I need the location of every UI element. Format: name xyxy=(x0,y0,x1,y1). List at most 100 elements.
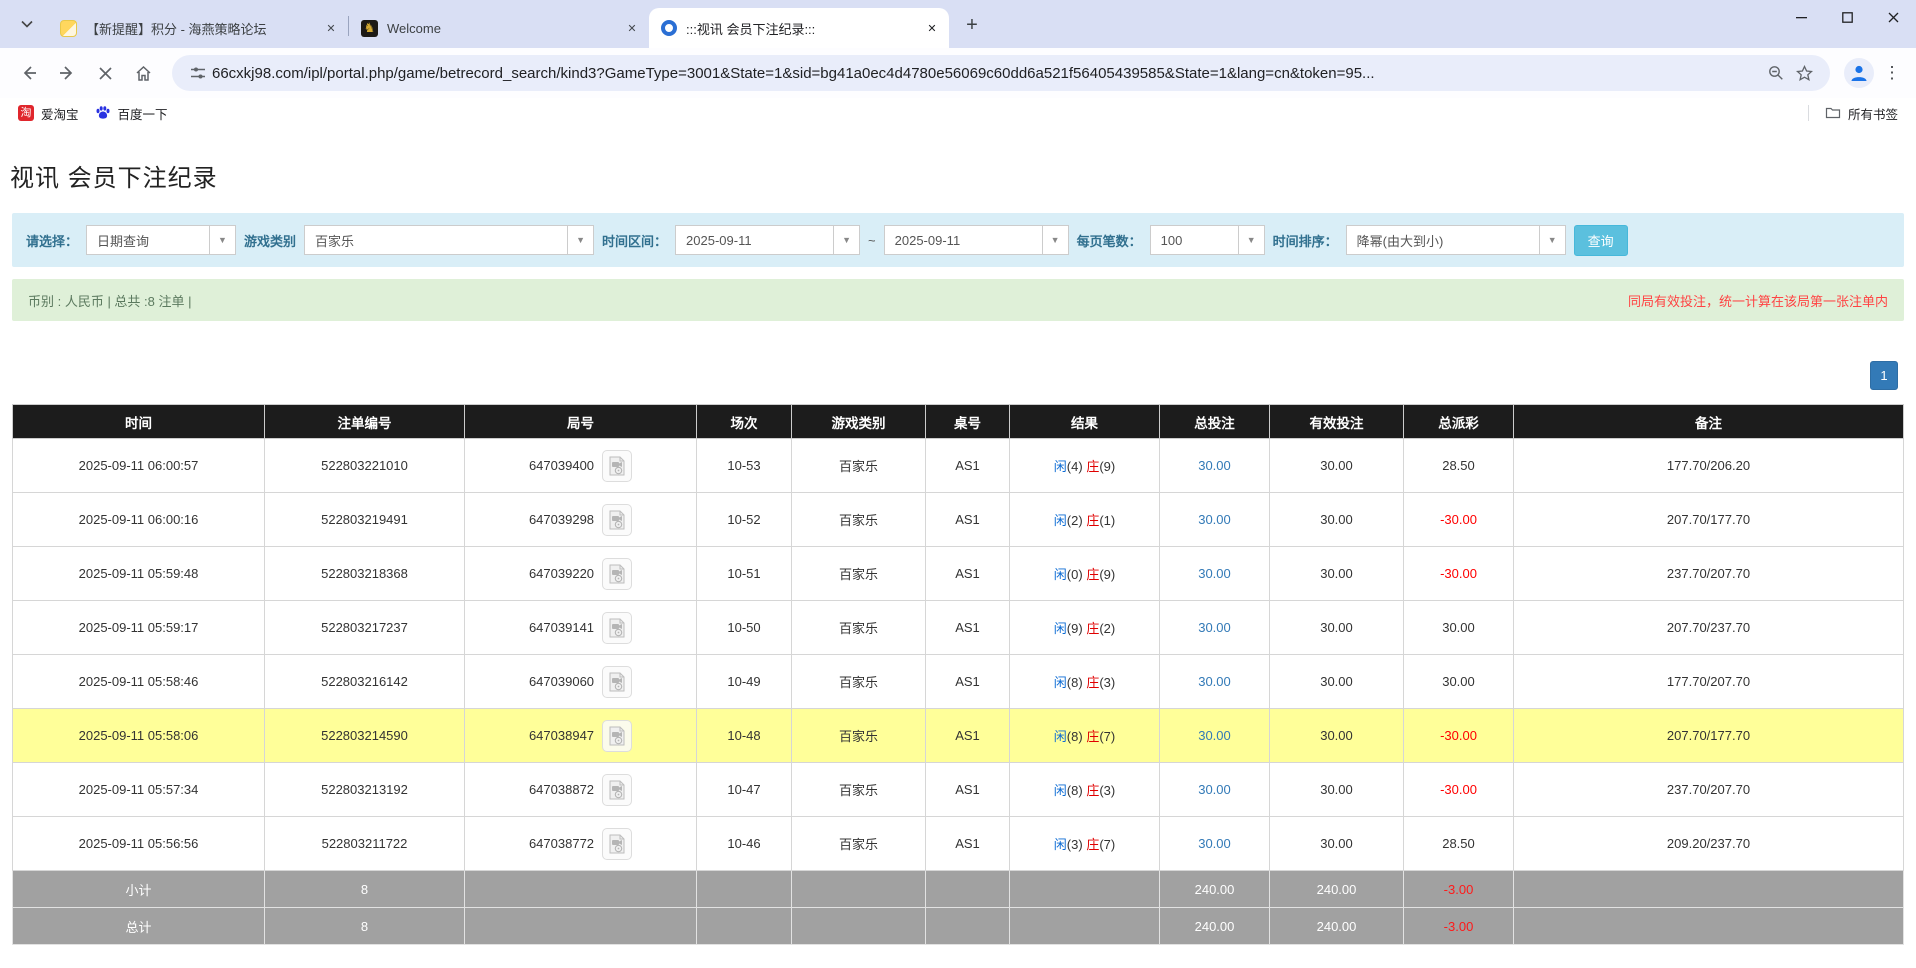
table-row: 2025-09-11 05:58:06522803214590647038947… xyxy=(13,709,1904,763)
chevron-down-icon: ▼ xyxy=(1042,226,1068,254)
total-bet-cell: 30.00 xyxy=(1160,547,1270,601)
url-text[interactable]: 66cxkj98.com/ipl/portal.php/game/betreco… xyxy=(212,65,1762,82)
total-bet-cell: 30.00 xyxy=(1160,817,1270,871)
game-type-cell: 百家乐 xyxy=(792,601,926,655)
total-bet-link[interactable]: 30.00 xyxy=(1198,458,1231,473)
blue-ring-favicon-icon xyxy=(661,20,677,36)
tab-bet-record-active[interactable]: :::视讯 会员下注纪录::: ✕ xyxy=(649,8,949,48)
payout-cell: 28.50 xyxy=(1404,439,1514,493)
summary-count: 8 xyxy=(265,908,465,945)
banker-result: 庄 xyxy=(1086,729,1099,744)
result-cell: 闲(8) 庄(3) xyxy=(1010,655,1160,709)
total-bet-link[interactable]: 30.00 xyxy=(1198,728,1231,743)
video-replay-button[interactable] xyxy=(602,450,632,482)
window-controls xyxy=(1778,0,1916,34)
table-row: 2025-09-11 06:00:57522803221010647039400… xyxy=(13,439,1904,493)
query-mode-select[interactable]: 日期查询 ▼ xyxy=(86,225,236,255)
home-button[interactable] xyxy=(126,56,160,90)
maximize-button[interactable] xyxy=(1824,0,1870,34)
session-cell: 10-53 xyxy=(697,439,792,493)
video-replay-button[interactable] xyxy=(602,504,632,536)
address-bar[interactable]: 66cxkj98.com/ipl/portal.php/game/betreco… xyxy=(172,55,1830,91)
bet-records-table: 时间注单编号局号场次游戏类别桌号结果总投注有效投注总派彩备注 2025-09-1… xyxy=(12,404,1904,945)
tab-close-icon[interactable]: ✕ xyxy=(322,19,340,37)
chevron-down-icon: ▼ xyxy=(1238,226,1264,254)
page-size-label: 每页笔数： xyxy=(1077,231,1142,250)
search-button[interactable]: 查询 xyxy=(1574,225,1628,256)
bet-id-cell: 522803213192 xyxy=(265,763,465,817)
stop-loading-button[interactable] xyxy=(88,56,122,90)
video-replay-button[interactable] xyxy=(602,558,632,590)
total-bet-cell: 30.00 xyxy=(1160,709,1270,763)
minimize-icon xyxy=(1796,12,1807,23)
tab-close-icon[interactable]: ✕ xyxy=(623,19,641,37)
bookmark-aitaobao[interactable]: 淘 爱淘宝 xyxy=(10,101,87,126)
tab-welcome[interactable]: ♞ Welcome ✕ xyxy=(349,8,649,48)
payout-cell: -30.00 xyxy=(1404,709,1514,763)
forward-button[interactable] xyxy=(50,56,84,90)
banker-result: 庄 xyxy=(1086,675,1099,690)
round-id: 647039400 xyxy=(529,458,594,473)
column-header: 桌号 xyxy=(926,405,1010,439)
round-id-cell: 647038772 xyxy=(465,817,697,871)
session-cell: 10-49 xyxy=(697,655,792,709)
tab-close-icon[interactable]: ✕ xyxy=(923,19,941,37)
page-size-value: 100 xyxy=(1151,233,1238,248)
total-bet-link[interactable]: 30.00 xyxy=(1198,782,1231,797)
total-bet-link[interactable]: 30.00 xyxy=(1198,836,1231,851)
profile-avatar[interactable] xyxy=(1844,58,1874,88)
page-title: 视讯 会员下注纪录 xyxy=(0,128,1916,193)
round-id-cell: 647038872 xyxy=(465,763,697,817)
all-bookmarks-button[interactable]: 所有书签 xyxy=(1817,101,1906,126)
tab-haiyan-forum[interactable]: 【新提醒】积分 - 海燕策略论坛 ✕ xyxy=(48,8,348,48)
video-replay-button[interactable] xyxy=(602,666,632,698)
site-info-icon[interactable] xyxy=(184,59,212,87)
video-replay-button[interactable] xyxy=(602,774,632,806)
back-button[interactable] xyxy=(12,56,46,90)
total-bet-link[interactable]: 30.00 xyxy=(1198,512,1231,527)
round-id-cell: 647039298 xyxy=(465,493,697,547)
result-cell: 闲(0) 庄(9) xyxy=(1010,547,1160,601)
sort-select[interactable]: 降幂(由大到小) ▼ xyxy=(1346,225,1566,255)
result-cell: 闲(4) 庄(9) xyxy=(1010,439,1160,493)
tab-search-button[interactable] xyxy=(10,7,44,41)
table-row: 2025-09-11 05:59:17522803217237647039141… xyxy=(13,601,1904,655)
round-id: 647039220 xyxy=(529,566,594,581)
summary-valid-bet: 240.00 xyxy=(1270,871,1404,908)
browser-menu-button[interactable]: ⋮ xyxy=(1880,59,1904,87)
bet-id-cell: 522803216142 xyxy=(265,655,465,709)
video-replay-button[interactable] xyxy=(602,828,632,860)
total-bet-link[interactable]: 30.00 xyxy=(1198,566,1231,581)
bookmark-baidu[interactable]: 百度一下 xyxy=(87,101,176,126)
round-id-cell: 647038947 xyxy=(465,709,697,763)
game-type-select[interactable]: 百家乐 ▼ xyxy=(304,225,594,255)
table-row: 2025-09-11 05:58:46522803216142647039060… xyxy=(13,655,1904,709)
banker-result: 庄 xyxy=(1086,567,1099,582)
total-bet-link[interactable]: 30.00 xyxy=(1198,674,1231,689)
valid-bet-cell: 30.00 xyxy=(1270,493,1404,547)
date-from-select[interactable]: 2025-09-11 ▼ xyxy=(675,225,860,255)
game-type-cell: 百家乐 xyxy=(792,655,926,709)
table-no-cell: AS1 xyxy=(926,439,1010,493)
zoom-level-icon[interactable] xyxy=(1762,59,1790,87)
forward-arrow-icon xyxy=(58,64,76,82)
total-bet-link[interactable]: 30.00 xyxy=(1198,620,1231,635)
page-number-button[interactable]: 1 xyxy=(1870,361,1898,390)
video-replay-button[interactable] xyxy=(602,720,632,752)
table-no-cell: AS1 xyxy=(926,547,1010,601)
new-tab-button[interactable]: + xyxy=(957,10,987,40)
video-replay-button[interactable] xyxy=(602,612,632,644)
minimize-button[interactable] xyxy=(1778,0,1824,34)
bet-id-cell: 522803217237 xyxy=(265,601,465,655)
query-mode-value: 日期查询 xyxy=(87,231,209,250)
query-mode-label: 请选择： xyxy=(26,231,78,250)
date-to-select[interactable]: 2025-09-11 ▼ xyxy=(884,225,1069,255)
close-window-button[interactable] xyxy=(1870,0,1916,34)
table-no-cell: AS1 xyxy=(926,709,1010,763)
page-size-select[interactable]: 100 ▼ xyxy=(1150,225,1265,255)
video-replay-icon xyxy=(608,456,626,476)
valid-bet-cell: 30.00 xyxy=(1270,547,1404,601)
bookmark-label: 百度一下 xyxy=(118,104,168,123)
banker-result: 庄 xyxy=(1086,513,1099,528)
bookmark-star-icon[interactable] xyxy=(1790,59,1818,87)
